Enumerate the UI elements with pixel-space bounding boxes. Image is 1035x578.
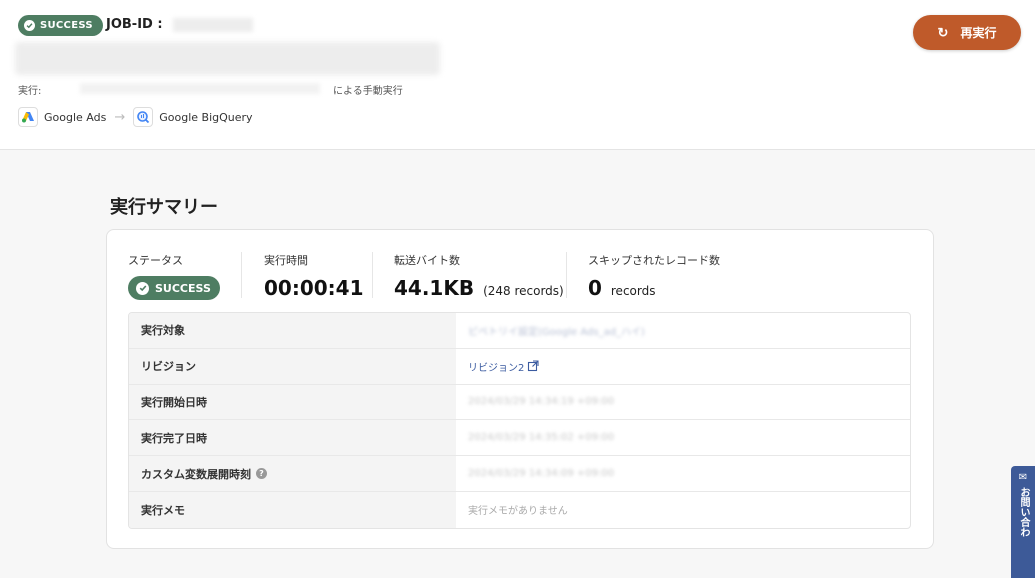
summary-title: 実行サマリー bbox=[110, 197, 218, 218]
google-bigquery-icon bbox=[133, 107, 154, 127]
google-ads-icon bbox=[18, 107, 38, 127]
row-label-custom-var: カスタム変数展開時刻 ? bbox=[129, 456, 456, 491]
revision-link[interactable]: リビジョン2 bbox=[468, 359, 539, 374]
reload-icon: ↻ bbox=[937, 24, 949, 40]
metric-duration: 実行時間 00:00:41 bbox=[264, 252, 364, 300]
job-header: SUCCESS JOB-ID : 実行: による手動実行 Google Ads … bbox=[0, 0, 1035, 150]
table-row: 実行開始日時 2024/03/29 14:34:19 +09:00 bbox=[129, 384, 910, 421]
row-value-revision: リビジョン2 bbox=[456, 349, 910, 384]
metric-bytes-records: (248 records) bbox=[483, 284, 564, 298]
row-label-memo: 実行メモ bbox=[129, 491, 456, 528]
external-link-icon bbox=[528, 360, 539, 372]
metric-skipped-unit: records bbox=[610, 284, 656, 298]
status-badge: SUCCESS bbox=[18, 15, 103, 36]
metric-divider bbox=[566, 252, 567, 298]
metric-duration-value: 00:00:41 bbox=[264, 276, 364, 300]
row-label-revision: リビジョン bbox=[129, 348, 456, 384]
metric-skipped-value-wrap: 0 records bbox=[588, 276, 720, 300]
row-value-memo: 実行メモがありません bbox=[456, 492, 910, 528]
row-value-target[interactable]: ピペトリイ設定(Google Ads_ad_ハイ) bbox=[456, 313, 910, 348]
help-icon[interactable]: ? bbox=[256, 468, 267, 480]
exec-prefix: 実行: bbox=[18, 86, 42, 97]
source-label: Google Ads bbox=[44, 110, 107, 124]
metric-skipped-value: 0 bbox=[588, 276, 602, 300]
summary-card: ステータス SUCCESS 実行時間 00:00:41 転送バイト数 44.1K… bbox=[106, 229, 934, 549]
status-badge-large-label: SUCCESS bbox=[155, 281, 211, 295]
status-badge-label: SUCCESS bbox=[40, 20, 93, 31]
job-id: JOB-ID : bbox=[106, 17, 253, 32]
start-time-value: 2024/03/29 14:34:19 +09:00 bbox=[468, 396, 615, 408]
check-icon bbox=[136, 281, 149, 295]
metric-bytes-value-wrap: 44.1KB (248 records) bbox=[394, 276, 564, 300]
mail-icon: ✉ bbox=[1018, 472, 1028, 483]
table-row: 実行メモ 実行メモがありません bbox=[129, 491, 910, 528]
exec-user-redacted bbox=[80, 83, 320, 94]
metric-divider bbox=[372, 252, 373, 298]
destination-label: Google BigQuery bbox=[159, 110, 253, 124]
details-table: 実行対象 ピペトリイ設定(Google Ads_ad_ハイ) リビジョン リビジ… bbox=[128, 312, 911, 529]
contact-tab-label: お問い合わ bbox=[1018, 487, 1029, 537]
row-value-custom-var: 2024/03/29 14:34:09 +09:00 bbox=[456, 456, 910, 491]
row-value-start: 2024/03/29 14:34:19 +09:00 bbox=[456, 385, 910, 420]
custom-var-time-value: 2024/03/29 14:34:09 +09:00 bbox=[468, 468, 615, 480]
status-badge-large: SUCCESS bbox=[128, 276, 220, 300]
job-id-label: JOB-ID : bbox=[106, 17, 163, 32]
table-row: リビジョン リビジョン2 bbox=[129, 348, 910, 385]
metric-skipped-label: スキップされたレコード数 bbox=[588, 254, 720, 267]
arrow-right-icon: → bbox=[114, 109, 126, 125]
job-id-value-redacted bbox=[172, 17, 253, 32]
metric-status-label: ステータス bbox=[128, 254, 183, 267]
row-label-custom-var-text: カスタム変数展開時刻 bbox=[141, 467, 251, 481]
end-time-value: 2024/03/29 14:35:02 +09:00 bbox=[468, 432, 615, 444]
metric-status: ステータス SUCCESS bbox=[128, 252, 220, 300]
metric-bytes-label: 転送バイト数 bbox=[394, 254, 460, 267]
target-link[interactable]: ピペトリイ設定(Google Ads_ad_ハイ) bbox=[468, 323, 645, 338]
metric-skipped: スキップされたレコード数 0 records bbox=[588, 252, 720, 300]
exec-suffix: による手動実行 bbox=[333, 86, 403, 97]
table-row: 実行完了日時 2024/03/29 14:35:02 +09:00 bbox=[129, 420, 910, 457]
contact-tab[interactable]: ✉ お問い合わ bbox=[1011, 466, 1035, 578]
rerun-button[interactable]: ↻ 再実行 bbox=[913, 15, 1021, 50]
memo-empty-text: 実行メモがありません bbox=[468, 506, 568, 518]
row-label-start: 実行開始日時 bbox=[129, 384, 456, 420]
rerun-button-label: 再実行 bbox=[960, 26, 997, 40]
row-label-target: 実行対象 bbox=[129, 313, 456, 348]
row-label-end: 実行完了日時 bbox=[129, 420, 456, 456]
row-value-end: 2024/03/29 14:35:02 +09:00 bbox=[456, 420, 910, 455]
metrics-row: ステータス SUCCESS 実行時間 00:00:41 転送バイト数 44.1K… bbox=[107, 230, 933, 310]
table-row: 実行対象 ピペトリイ設定(Google Ads_ad_ハイ) bbox=[129, 313, 910, 349]
job-title-redacted bbox=[15, 42, 440, 75]
metric-bytes-value: 44.1KB bbox=[394, 276, 475, 300]
metric-divider bbox=[241, 252, 242, 298]
metric-duration-label: 実行時間 bbox=[264, 254, 308, 267]
connector-path: Google Ads → Google BigQuery bbox=[18, 107, 253, 127]
metric-bytes: 転送バイト数 44.1KB (248 records) bbox=[394, 252, 564, 300]
table-row: カスタム変数展開時刻 ? 2024/03/29 14:34:09 +09:00 bbox=[129, 456, 910, 492]
check-icon bbox=[24, 20, 35, 31]
revision-link-label: リビジョン2 bbox=[468, 362, 525, 374]
